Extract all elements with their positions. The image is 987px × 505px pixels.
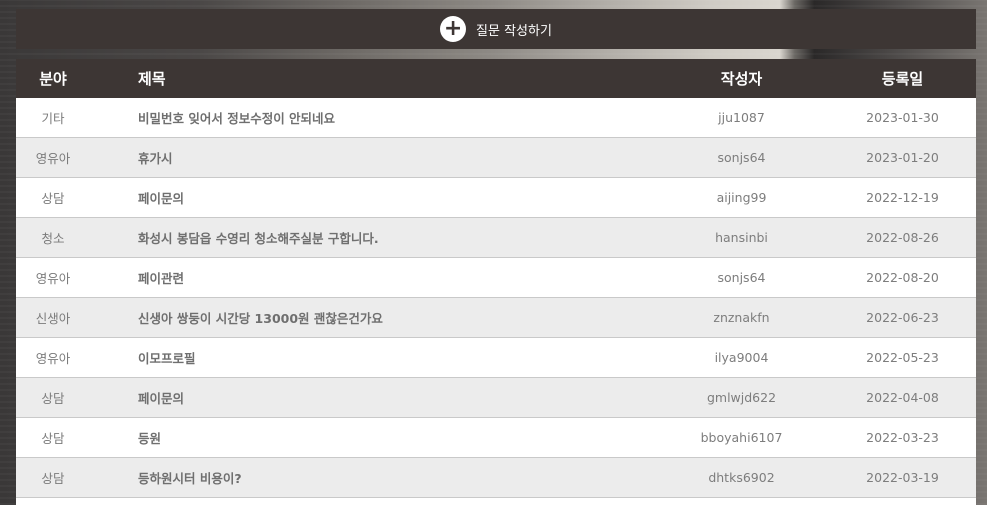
row-category: 기타: [41, 111, 65, 126]
write-question-label: 질문 작성하기: [476, 23, 552, 39]
row-date: 2022-08-20: [866, 270, 939, 285]
row-category: 상담: [41, 391, 65, 406]
row-title-link[interactable]: 페이문의: [90, 188, 654, 207]
table-header: 분야 제목 작성자 등록일: [16, 59, 976, 98]
row-date: 2023-01-20: [866, 150, 939, 165]
row-title-link[interactable]: 화성시 봉담읍 수영리 청소해주실분 구합니다.: [90, 228, 654, 247]
row-author: sonjs64: [717, 150, 766, 165]
row-date: 2022-06-23: [866, 310, 939, 325]
table-row[interactable]: 기타 비밀번호 잊어서 정보수정이 안되네요 jju1087 2023-01-30: [16, 98, 976, 138]
header-category: 분야: [39, 70, 67, 88]
table-row[interactable]: 신생아 신생아 쌍둥이 시간당 13000원 괜찮은건가요 znznakfn 2022…: [16, 298, 976, 338]
plus-circle-icon: +: [440, 16, 467, 42]
table-row[interactable]: 영유아 이모프로필 ilya9004 2022-05-23: [16, 338, 976, 378]
row-author: sonjs64: [717, 270, 766, 285]
table-row[interactable]: 상담 등원 bboyahi6107 2022-03-23: [16, 418, 976, 458]
row-title-link[interactable]: 이모프로필: [90, 348, 654, 367]
row-date: 2022-03-23: [866, 430, 939, 445]
header-date: 등록일: [881, 70, 924, 88]
row-date: 2022-04-08: [866, 390, 939, 405]
row-category: 상담: [41, 471, 65, 486]
row-author: jju1087: [718, 110, 765, 125]
row-author: aijing99: [716, 190, 767, 205]
row-date: 2023-01-30: [866, 110, 939, 125]
table-row[interactable]: 청소 화성시 봉담읍 수영리 청소해주실분 구합니다. hansinbi 2022-0…: [16, 218, 976, 258]
table-row[interactable]: 상담 페이문의 gmlwjd622 2022-04-08: [16, 378, 976, 418]
row-category: 청소: [41, 231, 65, 246]
table-body: 기타 비밀번호 잊어서 정보수정이 안되네요 jju1087 2023-01-30 영유…: [16, 98, 976, 498]
write-question-button[interactable]: + 질문 작성하기: [16, 9, 976, 49]
row-title-link[interactable]: 비밀번호 잊어서 정보수정이 안되네요: [90, 108, 654, 127]
row-title-link[interactable]: 신생아 쌍둥이 시간당 13000원 괜찮은건가요: [90, 308, 654, 327]
row-title-link[interactable]: 등원: [90, 428, 654, 447]
row-category: 상담: [41, 191, 65, 206]
row-author: bboyahi6107: [700, 430, 783, 445]
row-date: 2022-12-19: [866, 190, 939, 205]
row-title-link[interactable]: 페이관련: [90, 268, 654, 287]
row-date: 2022-03-19: [866, 470, 939, 485]
row-category: 신생아: [35, 311, 71, 326]
row-title-link[interactable]: 휴가시: [90, 148, 654, 167]
table-row[interactable]: 영유아 페이관련 sonjs64 2022-08-20: [16, 258, 976, 298]
row-category: 영유아: [35, 271, 71, 286]
row-author: ilya9004: [714, 350, 769, 365]
table-row[interactable]: 영유아 휴가시 sonjs64 2023-01-20: [16, 138, 976, 178]
row-category: 상담: [41, 431, 65, 446]
row-author: hansinbi: [715, 230, 768, 245]
row-author: znznakfn: [713, 310, 770, 325]
qna-board-table: 분야 제목 작성자 등록일 기타 비밀번호 잊어서 정보수정이 안되네요 jju10…: [16, 59, 976, 505]
row-category: 영유아: [35, 351, 71, 366]
row-title-link[interactable]: 등하원시터 비용이?: [90, 468, 654, 487]
row-author: dhtks6902: [708, 470, 775, 485]
table-row[interactable]: 상담 등하원시터 비용이? dhtks6902 2022-03-19: [16, 458, 976, 498]
row-author: gmlwjd622: [706, 390, 777, 405]
header-author: 작성자: [720, 70, 763, 88]
header-title: 제목: [138, 70, 166, 88]
table-row[interactable]: 상담 페이문의 aijing99 2022-12-19: [16, 178, 976, 218]
row-date: 2022-08-26: [866, 230, 939, 245]
row-title-link[interactable]: 페이문의: [90, 388, 654, 407]
row-category: 영유아: [35, 151, 71, 166]
row-date: 2022-05-23: [866, 350, 939, 365]
